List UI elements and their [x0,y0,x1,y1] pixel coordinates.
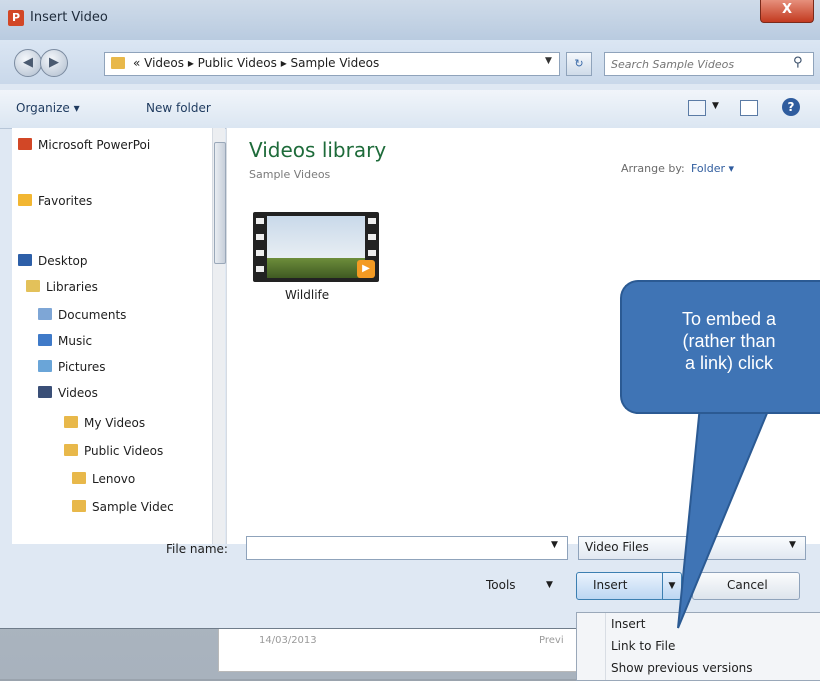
nav-item[interactable]: Public Videos [64,444,163,458]
star-icon [18,194,32,206]
chevron-down-icon: ▼ [789,540,796,550]
pictures-icon [38,360,52,372]
file-label[interactable]: Wildlife [285,288,329,302]
nav-item-label: My Videos [84,416,146,430]
tools-button[interactable]: Tools [486,578,516,592]
background-column: Previ [539,635,564,646]
nav-item-label: Public Videos [84,444,164,458]
folder-icon [64,416,78,428]
nav-item[interactable]: My Videos [64,416,145,430]
nav-item[interactable]: Documents [38,308,126,322]
chevron-down-icon[interactable]: ▼ [546,580,553,590]
chevron-down-icon[interactable]: ▼ [712,101,719,111]
nav-item-label: Microsoft PowerPoi [38,138,151,152]
search-box[interactable]: ⚲ [604,52,814,76]
file-name-label: File name: [166,542,228,556]
cancel-button[interactable]: Cancel [692,572,800,600]
forward-button[interactable]: ▶ [40,49,68,77]
library-title: Videos library [249,138,387,162]
documents-icon [38,308,52,320]
menu-item-show-previous-versions[interactable]: Show previous versions [611,661,753,675]
film-perforation [256,250,264,256]
callout-line: (rather than [682,331,776,351]
film-perforation [256,218,264,224]
menu-item-insert[interactable]: Insert [611,617,645,631]
file-type-value: Video Files [585,540,649,554]
search-input[interactable] [609,55,783,73]
preview-pane-icon[interactable] [740,100,758,116]
nav-item[interactable]: Favorites [18,194,92,208]
nav-item-label: Music [58,334,93,348]
chevron-down-icon[interactable]: ▼ [545,56,552,66]
insert-options-dropdown[interactable]: ▼ [662,572,682,600]
folder-icon [64,444,78,456]
nav-item[interactable]: Microsoft PowerPoi [18,138,150,152]
change-view-icon[interactable] [688,100,706,116]
new-folder-button[interactable]: New folder [146,101,211,115]
film-perforation [368,218,376,224]
nav-item[interactable]: Lenovo [72,472,135,486]
library-icon [26,280,40,292]
film-perforation [368,234,376,240]
folder-icon [111,57,125,69]
back-button[interactable]: ◀ [14,49,42,77]
close-button[interactable]: X [760,0,814,23]
insert-button-label: Insert [593,578,628,592]
file-name-field[interactable]: ▼ [246,536,568,560]
videos-icon [38,386,52,398]
callout-line: a link) click [684,353,773,373]
nav-scrollbar[interactable] [212,128,226,544]
file-type-select[interactable]: Video Files ▼ [578,536,806,560]
navigation-pane: Microsoft PowerPoi Favorites Desktop Librar… [12,128,226,544]
insert-options-menu: Insert Link to File Show previous versio… [576,612,820,681]
nav-item-label: Lenovo [92,472,136,486]
command-bar: Organize ▾ New folder ▼ ? [0,90,820,129]
help-icon[interactable]: ? [782,98,800,116]
nav-item-label: Favorites [38,194,93,208]
nav-item-label: Sample Videc [92,500,174,514]
powerpoint-app-icon: P [8,10,24,26]
menu-item-link-to-file[interactable]: Link to File [611,639,675,653]
video-thumbnail[interactable]: ▶ [253,212,379,282]
nav-item-label: Desktop [38,254,88,268]
insert-button[interactable]: Insert [576,572,664,600]
library-subtitle: Sample Videos [249,168,331,181]
address-path: « Videos ▸ Public Videos ▸ Sample Videos [133,56,380,70]
nav-item-label: Videos [58,386,98,400]
film-perforation [368,250,376,256]
nav-item-label: Documents [58,308,127,322]
address-row: ◀ ▶ « Videos ▸ Public Videos ▸ Sample Vi… [0,40,820,84]
desktop-icon [18,254,32,266]
nav-item[interactable]: Pictures [38,360,106,374]
nav-item-label: Libraries [46,280,98,294]
film-perforation [256,266,264,272]
refresh-button[interactable]: ↻ [566,52,592,76]
folder-icon [72,472,86,484]
nav-item-label: Pictures [58,360,106,374]
folder-icon [72,500,86,512]
arrange-by-dropdown[interactable]: Folder ▾ [691,162,734,175]
dialog-title: Insert Video [30,10,108,25]
film-perforation [256,234,264,240]
nav-item[interactable]: Videos [38,386,98,400]
play-icon: ▶ [357,260,375,278]
cancel-button-label: Cancel [727,578,768,592]
nav-item[interactable]: Music [38,334,92,348]
music-icon [38,334,52,346]
arrange-by-label: Arrange by: [621,162,685,175]
title-bar: P Insert Video X [0,0,820,40]
nav-item[interactable]: Libraries [26,280,98,294]
nav-item[interactable]: Desktop [18,254,88,268]
instruction-callout: To embed a (rather than a link) click [620,280,820,414]
callout-line: To embed a [681,309,777,329]
scrollbar-thumb[interactable] [214,142,226,264]
search-icon[interactable]: ⚲ [793,55,803,70]
nav-item[interactable]: Sample Videc [72,500,174,514]
address-bar[interactable]: « Videos ▸ Public Videos ▸ Sample Videos… [104,52,560,76]
chevron-down-icon[interactable]: ▼ [551,540,558,550]
background-date: 14/03/2013 [259,635,317,646]
organize-button[interactable]: Organize ▾ [16,101,80,115]
powerpoint-icon [18,138,32,150]
